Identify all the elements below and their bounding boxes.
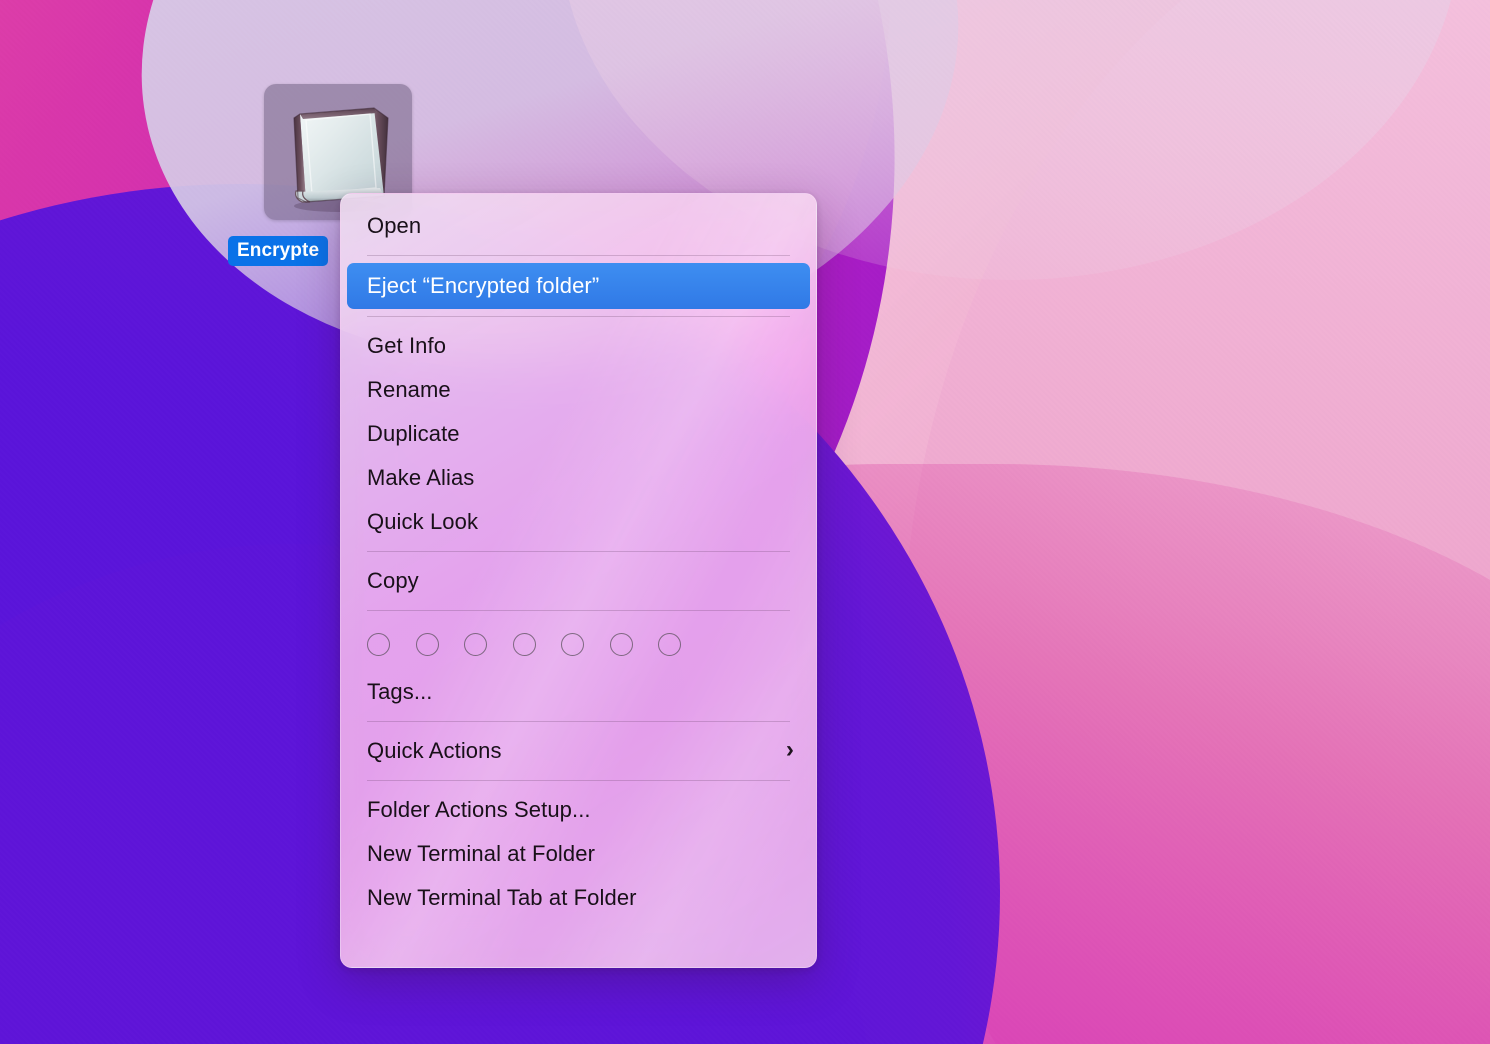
menu-item-label: Folder Actions Setup... bbox=[367, 797, 591, 822]
menu-item-label: Quick Actions bbox=[367, 738, 502, 763]
menu-item-eject[interactable]: Eject “Encrypted folder” bbox=[347, 263, 810, 309]
chevron-right-icon: › bbox=[785, 736, 794, 763]
tag-color-swatches[interactable] bbox=[341, 618, 816, 670]
tag-swatch-purple-icon[interactable] bbox=[658, 632, 681, 656]
menu-item-duplicate[interactable]: Duplicate bbox=[341, 412, 816, 456]
menu-item-open[interactable]: Open bbox=[341, 204, 816, 248]
tag-swatch-none-icon[interactable] bbox=[367, 632, 390, 656]
menu-item-label: Make Alias bbox=[367, 465, 475, 490]
menu-separator bbox=[367, 721, 790, 722]
menu-item-label: Duplicate bbox=[367, 421, 460, 446]
context-menu[interactable]: Open Eject “Encrypted folder” Get Info R… bbox=[340, 193, 817, 968]
tag-swatch-red-icon[interactable] bbox=[415, 632, 439, 656]
menu-item-label: New Terminal at Folder bbox=[367, 841, 595, 866]
menu-separator bbox=[367, 551, 790, 552]
menu-separator bbox=[367, 316, 790, 317]
menu-item-rename[interactable]: Rename bbox=[341, 368, 816, 412]
menu-item-label: Tags... bbox=[367, 679, 433, 704]
menu-item-label: Rename bbox=[367, 377, 451, 402]
desktop[interactable]: Encrypte Open Eject “Encrypted folder” G… bbox=[0, 0, 1490, 1044]
menu-item-label: Eject “Encrypted folder” bbox=[367, 273, 600, 298]
menu-item-label: New Terminal Tab at Folder bbox=[367, 885, 637, 910]
menu-item-tags[interactable]: Tags... bbox=[341, 670, 816, 714]
tag-swatch-orange-icon[interactable] bbox=[464, 632, 487, 656]
menu-item-copy[interactable]: Copy bbox=[341, 559, 816, 603]
menu-item-get-info[interactable]: Get Info bbox=[341, 324, 816, 368]
menu-item-label: Open bbox=[367, 213, 422, 238]
menu-item-label: Quick Look bbox=[367, 509, 479, 534]
tag-swatch-yellow-icon[interactable] bbox=[512, 632, 536, 656]
menu-item-label: Copy bbox=[367, 568, 419, 593]
tag-swatch-green-icon[interactable] bbox=[561, 632, 584, 656]
wallpaper-pink-lobe-2 bbox=[796, 0, 1490, 1044]
menu-separator bbox=[367, 610, 790, 611]
desktop-icon-label: Encrypte bbox=[228, 236, 329, 266]
tag-swatch-blue-icon[interactable] bbox=[609, 632, 633, 656]
menu-item-label: Get Info bbox=[367, 333, 447, 358]
menu-item-new-terminal-tab-at-folder[interactable]: New Terminal Tab at Folder bbox=[341, 876, 816, 920]
menu-separator bbox=[367, 255, 790, 256]
menu-item-quick-actions[interactable]: Quick Actions › bbox=[341, 729, 816, 773]
menu-item-make-alias[interactable]: Make Alias bbox=[341, 456, 816, 500]
menu-separator bbox=[367, 780, 790, 781]
menu-item-folder-actions-setup[interactable]: Folder Actions Setup... bbox=[341, 788, 816, 832]
menu-item-quick-look[interactable]: Quick Look bbox=[341, 500, 816, 544]
menu-item-new-terminal-at-folder[interactable]: New Terminal at Folder bbox=[341, 832, 816, 876]
